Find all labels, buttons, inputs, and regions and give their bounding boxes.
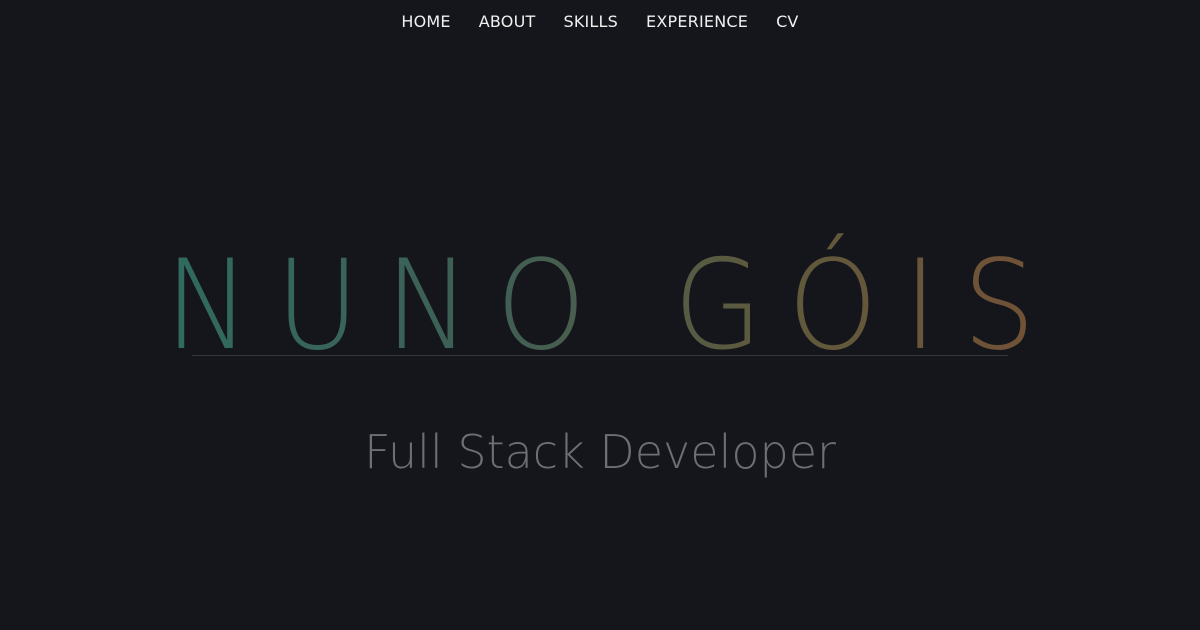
top-navigation: HOME ABOUT SKILLS EXPERIENCE CV — [0, 0, 1200, 42]
nav-link-experience[interactable]: EXPERIENCE — [646, 12, 748, 31]
hero-subtitle: Full Stack Developer — [364, 425, 836, 479]
nav-link-about[interactable]: ABOUT — [479, 12, 536, 31]
nav-link-home[interactable]: HOME — [401, 12, 450, 31]
nav-link-cv[interactable]: CV — [776, 12, 799, 31]
hero-name-heading: NUNO GÓIS — [48, 231, 1152, 381]
hero-divider — [192, 355, 1008, 356]
nav-link-skills[interactable]: SKILLS — [563, 12, 618, 31]
